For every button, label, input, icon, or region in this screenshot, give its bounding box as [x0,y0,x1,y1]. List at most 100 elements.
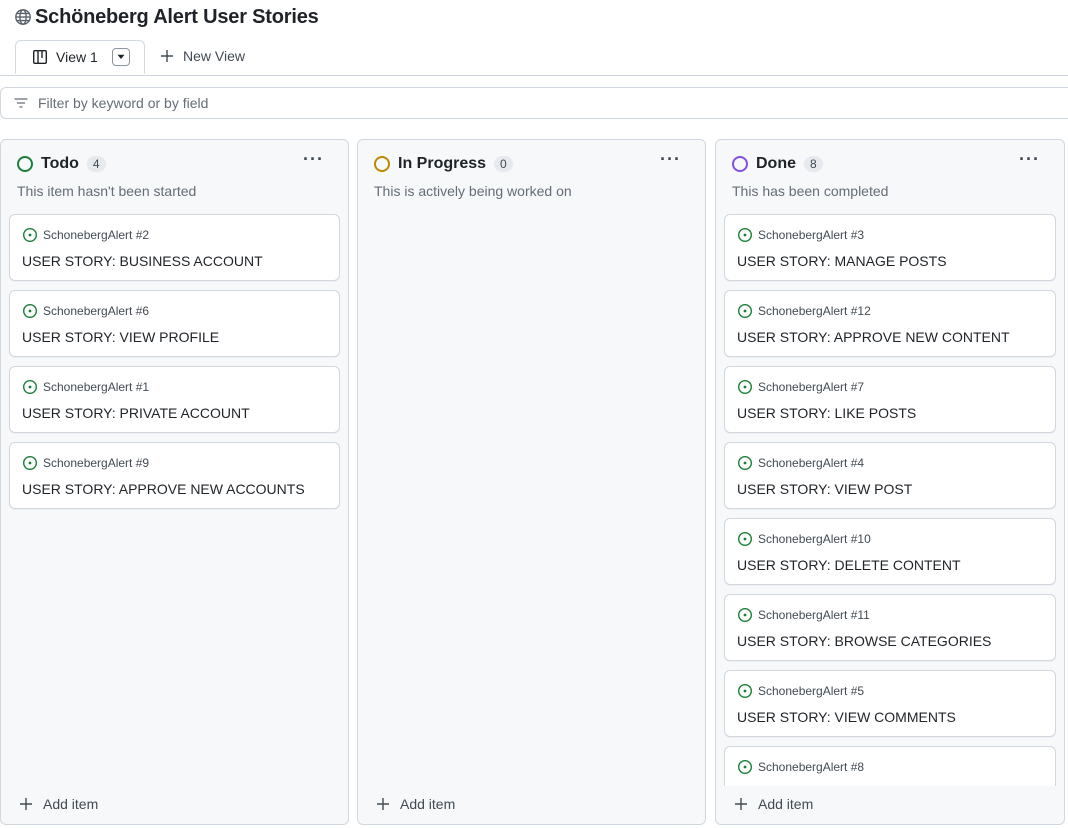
todo-status-icon [17,156,33,172]
column-description: This is actively being worked on [374,183,572,199]
in-progress-status-icon [374,156,390,172]
column-todo: Todo 4 ··· This item hasn't been started… [0,139,349,825]
tab-label: View 1 [56,49,98,65]
column-in-progress: In Progress 0 ··· This is actively being… [357,139,706,825]
issue-reference[interactable]: SchonebergAlert #8 [737,759,1043,775]
issue-reference-label: SchonebergAlert #12 [758,304,871,318]
issue-card[interactable]: SchonebergAlert #5 USER STORY: VIEW COMME… [724,670,1056,737]
column-more-icon[interactable]: ··· [1019,150,1040,168]
filter-placeholder: Filter by keyword or by field [38,95,209,111]
issue-reference[interactable]: SchonebergAlert #12 [737,303,1043,319]
issue-reference-label: SchonebergAlert #11 [758,608,870,622]
issue-title[interactable]: USER STORY: DELETE CONTENT [737,557,1043,573]
issue-card[interactable]: SchonebergAlert #9 USER STORY: APPROVE NE… [9,442,340,509]
issue-card[interactable]: SchonebergAlert #4 USER STORY: VIEW POST [724,442,1056,509]
issue-reference[interactable]: SchonebergAlert #2 [22,227,327,243]
plus-icon [735,798,747,810]
add-item-button[interactable]: Add item [376,796,455,812]
issue-reference-label: SchonebergAlert #5 [758,684,865,698]
issue-reference[interactable]: SchonebergAlert #4 [737,455,1043,471]
issue-title[interactable]: USER STORY: APPROVE NEW ACCOUNTS [22,481,327,497]
issue-reference-label: SchonebergAlert #1 [43,380,150,394]
issue-card[interactable]: SchonebergAlert #11 USER STORY: BROWSE CA… [724,594,1056,661]
item-count-badge: 8 [804,156,823,172]
globe-icon [15,9,31,25]
issue-card[interactable]: SchonebergAlert #1 USER STORY: PRIVATE AC… [9,366,340,433]
issue-reference[interactable]: SchonebergAlert #5 [737,683,1043,699]
item-count-badge: 0 [494,156,513,172]
issue-reference[interactable]: SchonebergAlert #6 [22,303,327,319]
open-issue-icon [737,379,753,395]
issue-reference[interactable]: SchonebergAlert #1 [22,379,327,395]
open-issue-icon [22,379,38,395]
new-view-label: New View [183,48,245,64]
issue-reference-label: SchonebergAlert #10 [758,532,871,546]
issue-reference-label: SchonebergAlert #6 [43,304,150,318]
add-item-button[interactable]: Add item [734,796,813,812]
plus-icon [20,798,32,810]
issue-title[interactable]: USER STORY: PRIVATE ACCOUNT [22,405,327,421]
issue-title[interactable]: USER STORY: BROWSE CATEGORIES [737,633,1043,649]
filter-icon [14,98,28,108]
issue-reference-label: SchonebergAlert #4 [758,456,865,470]
plus-icon [377,798,389,810]
issue-reference[interactable]: SchonebergAlert #3 [737,227,1043,243]
issue-title[interactable]: USER STORY: VIEW PROFILE [22,329,327,345]
column-title: Done [756,155,796,172]
column-done: Done 8 ··· This has been completed Schon… [715,139,1065,825]
card-list: SchonebergAlert #3 USER STORY: MANAGE POS… [724,214,1056,786]
column-more-icon[interactable]: ··· [660,150,681,168]
open-issue-icon [737,683,753,699]
project-header: Schöneberg Alert User Stories [14,4,319,30]
issue-card[interactable]: SchonebergAlert #6 USER STORY: VIEW PROFI… [9,290,340,357]
column-title: Todo [41,155,79,172]
open-issue-icon [737,303,753,319]
issue-reference[interactable]: SchonebergAlert #9 [22,455,327,471]
board-icon [33,50,48,65]
item-count-badge: 4 [86,156,106,172]
open-issue-icon [22,303,38,319]
open-issue-icon [737,759,753,775]
issue-title[interactable]: USER STORY: VIEW COMMENTS [737,709,1043,725]
plus-icon [161,50,173,62]
issue-reference[interactable]: SchonebergAlert #11 [737,607,1043,623]
issue-reference[interactable]: SchonebergAlert #10 [737,531,1043,547]
issue-reference-label: SchonebergAlert #3 [758,228,865,242]
add-item-label: Add item [43,796,99,812]
issue-title[interactable]: USER STORY: VIEW POST [737,481,1043,497]
issue-card[interactable]: SchonebergAlert #3 USER STORY: MANAGE POS… [724,214,1056,281]
open-issue-icon [22,455,38,471]
issue-reference-label: SchonebergAlert #7 [758,380,865,394]
open-issue-icon [737,227,753,243]
issue-card[interactable]: SchonebergAlert #8 [724,746,1056,786]
issue-title[interactable]: USER STORY: APPROVE NEW CONTENT [737,329,1043,345]
issue-title[interactable]: USER STORY: BUSINESS ACCOUNT [22,253,327,269]
issue-reference[interactable]: SchonebergAlert #7 [737,379,1043,395]
column-title: In Progress [398,155,487,172]
view-tabs: View 1 New View [0,40,1068,76]
column-description: This has been completed [732,183,889,199]
open-issue-icon [737,607,753,623]
open-issue-icon [737,455,753,471]
issue-card[interactable]: SchonebergAlert #10 USER STORY: DELETE CO… [724,518,1056,585]
column-more-icon[interactable]: ··· [303,150,324,168]
add-item-button[interactable]: Add item [19,796,98,812]
column-description: This item hasn't been started [17,183,197,199]
issue-card[interactable]: SchonebergAlert #12 USER STORY: APPROVE N… [724,290,1056,357]
card-list: SchonebergAlert #2 USER STORY: BUSINESS A… [9,214,340,518]
issue-card[interactable]: SchonebergAlert #7 USER STORY: LIKE POSTS [724,366,1056,433]
issue-title[interactable]: USER STORY: MANAGE POSTS [737,253,1043,269]
new-view-button[interactable]: New View [160,48,245,64]
done-status-icon [732,156,748,172]
issue-reference-label: SchonebergAlert #9 [43,456,150,470]
issue-reference-label: SchonebergAlert #2 [43,228,150,242]
issue-title[interactable]: USER STORY: LIKE POSTS [737,405,1043,421]
filter-input[interactable]: Filter by keyword or by field [0,87,1068,119]
issue-reference-label: SchonebergAlert #8 [758,760,865,774]
tab-view-1[interactable]: View 1 [15,40,145,74]
add-item-label: Add item [400,796,456,812]
page-title: Schöneberg Alert User Stories [35,5,319,28]
issue-card[interactable]: SchonebergAlert #2 USER STORY: BUSINESS A… [9,214,340,281]
view-options-button[interactable] [111,48,130,66]
caret-down-icon [117,54,125,59]
